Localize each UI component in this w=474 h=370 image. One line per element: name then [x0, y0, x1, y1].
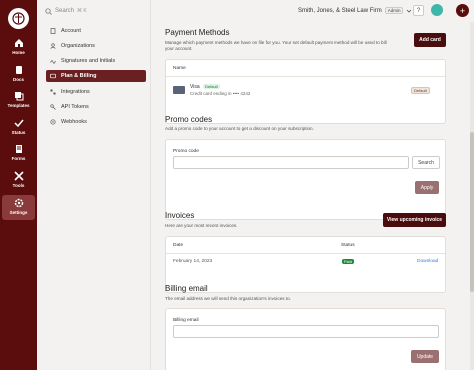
subnav-item-plan-billing[interactable]: Plan & Billing	[46, 70, 146, 82]
card-detail: Credit card ending in •••• 4242	[190, 91, 251, 96]
add-card-button[interactable]: Add card	[414, 33, 446, 47]
view-upcoming-invoice-button[interactable]: View upcoming invoice	[383, 213, 446, 227]
org-switcher[interactable]: Smith, Jones, & Steel Law Firm Admin	[298, 7, 412, 14]
subnav-label: Account	[61, 28, 81, 34]
status-icon	[13, 117, 25, 129]
apply-button[interactable]: Apply	[415, 181, 439, 194]
promo-title: Promo codes	[165, 115, 213, 124]
search-icon	[45, 7, 52, 15]
rail-item-templates[interactable]: Templates	[2, 90, 35, 114]
billing-email-field-label: Billing email	[173, 318, 199, 323]
default-tag: Default	[411, 87, 430, 94]
rail-label: Home	[12, 50, 25, 55]
rail-label: Settings	[9, 210, 28, 215]
rail-label: Forms	[11, 156, 26, 161]
subnav-item-integrations[interactable]: Integrations	[46, 86, 146, 98]
rail-item-tools[interactable]: Tools	[2, 170, 35, 194]
org-icon	[49, 43, 56, 50]
billing-email-desc: The email address we will send this orga…	[165, 296, 291, 301]
docs-icon	[13, 64, 25, 76]
visa-card-icon	[173, 86, 185, 94]
billing-email-title: Billing email	[165, 284, 208, 293]
signature-icon	[49, 58, 56, 65]
building-icon	[49, 28, 56, 35]
download-link[interactable]: Download	[417, 259, 438, 264]
home-icon	[13, 37, 25, 49]
search-box[interactable]: Search ⌘ K	[45, 5, 87, 17]
subnav-item-account[interactable]: Account	[46, 25, 146, 37]
update-button[interactable]: Update	[411, 350, 439, 363]
rail-item-settings[interactable]: Settings	[2, 195, 35, 220]
integrations-icon	[49, 89, 56, 96]
subnav-label: Signatures and Initials	[61, 58, 116, 64]
rail-label: Tools	[12, 183, 25, 188]
subnav-label: API Tokens	[61, 104, 89, 110]
paid-badge: Paid	[342, 259, 355, 264]
billing-email-card: Billing email Update	[165, 308, 446, 370]
billing-icon	[49, 73, 56, 80]
subnav-item-organizations[interactable]: Organizations	[46, 40, 146, 52]
app-rail: Home Docs Templates Status Forms Tools S…	[0, 0, 37, 370]
scrollbar-thumb[interactable]	[470, 132, 474, 292]
chevron-down-icon	[407, 9, 412, 13]
invoice-date: February 14, 2023	[173, 259, 213, 264]
subnav-label: Webhooks	[61, 119, 87, 125]
forms-icon	[13, 143, 25, 155]
payment-methods-title: Payment Methods	[165, 28, 230, 37]
subnav-item-webhooks[interactable]: Webhooks	[46, 116, 146, 128]
rail-label: Docs	[12, 77, 24, 82]
app-logo[interactable]	[8, 8, 29, 29]
rail-item-docs[interactable]: Docs	[2, 64, 35, 88]
webhook-icon	[49, 119, 56, 126]
subnav-label: Organizations	[61, 43, 95, 49]
subnav-label: Integrations	[61, 89, 90, 95]
default-pill: Default	[203, 84, 220, 89]
org-name: Smith, Jones, & Steel Law Firm	[298, 7, 382, 14]
card-brand: Visa	[190, 84, 200, 90]
rail-label: Templates	[7, 103, 30, 108]
top-bar: Smith, Jones, & Steel Law Firm Admin ? +	[151, 0, 474, 22]
promo-card: Promo code Search Apply	[165, 139, 446, 220]
promo-search-button[interactable]: Search	[412, 156, 440, 169]
scales-logo-icon	[12, 12, 25, 25]
rail-label: Status	[11, 130, 26, 135]
tools-icon	[13, 170, 25, 182]
settings-subnav: Search ⌘ K Account Organizations Signatu…	[37, 0, 151, 370]
billing-email-input[interactable]	[173, 325, 439, 338]
promo-field-label: Promo code	[173, 149, 199, 154]
help-icon: ?	[416, 7, 421, 14]
invoices-title: Invoices	[165, 211, 195, 220]
divider	[166, 76, 445, 77]
user-avatar[interactable]	[431, 4, 443, 16]
subnav-item-signatures[interactable]: Signatures and Initials	[46, 55, 146, 67]
gear-icon	[13, 197, 25, 209]
create-button[interactable]: +	[456, 4, 469, 17]
divider	[166, 253, 445, 254]
page-scrollbar[interactable]	[470, 22, 474, 370]
subnav-label: Plan & Billing	[61, 73, 97, 79]
key-icon	[49, 104, 56, 111]
search-shortcut: ⌘ K	[77, 8, 87, 14]
subnav-item-api-tokens[interactable]: API Tokens	[46, 101, 146, 113]
rail-item-home[interactable]: Home	[2, 37, 35, 61]
app-window: Home Docs Templates Status Forms Tools S…	[0, 0, 474, 370]
templates-icon	[13, 90, 25, 102]
status-column-header: Status	[341, 243, 355, 248]
promo-desc: Add a promo code to your account to get …	[165, 126, 314, 131]
invoices-desc: Here are your most recent invoices.	[165, 223, 238, 228]
help-button[interactable]: ?	[413, 5, 424, 16]
plus-icon: +	[459, 5, 466, 16]
promo-code-input[interactable]	[173, 156, 409, 169]
name-column-header: Name	[173, 66, 186, 71]
search-label: Search	[55, 8, 75, 14]
rail-item-forms[interactable]: Forms	[2, 143, 35, 167]
payment-methods-desc: Manage which payment methods we have on …	[165, 40, 387, 51]
rail-item-status[interactable]: Status	[2, 117, 35, 141]
role-badge: Admin	[384, 7, 404, 14]
date-column-header: Date	[173, 243, 184, 248]
